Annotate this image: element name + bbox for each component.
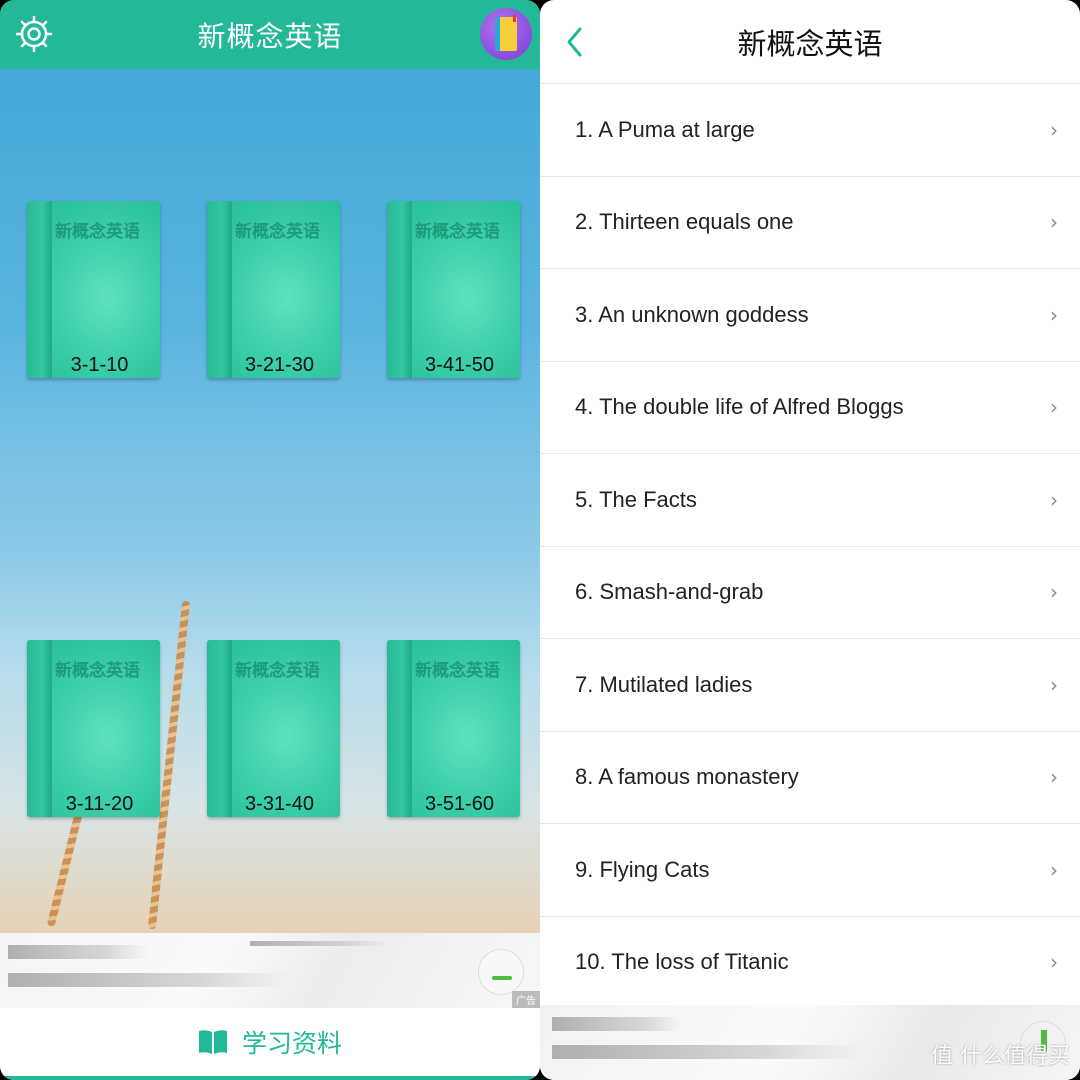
gear-icon[interactable]	[14, 14, 54, 54]
chevron-right-icon: ›	[1050, 950, 1058, 975]
book-avatar-icon	[495, 15, 517, 51]
lesson-title: 5. The Facts	[575, 486, 697, 512]
list-item[interactable]: 5. The Facts ›	[540, 454, 1080, 547]
chevron-right-icon: ›	[1050, 580, 1058, 605]
study-materials-button[interactable]: 学习资料	[0, 1008, 540, 1080]
list-item[interactable]: 4. The double life of Alfred Bloggs ›	[540, 362, 1080, 454]
ad-download-icon[interactable]	[478, 949, 524, 995]
open-book-icon	[198, 1030, 227, 1054]
list-item[interactable]: 7. Mutilated ladies ›	[540, 639, 1080, 732]
book-code: 3-51-60	[425, 793, 494, 815]
book-title: 新概念英语	[55, 222, 140, 242]
book-spine	[27, 640, 52, 817]
book-title: 新概念英语	[55, 661, 140, 681]
lesson-title: 9. Flying Cats	[575, 856, 710, 882]
lesson-title: 2. Thirteen equals one	[575, 209, 794, 235]
chevron-right-icon: ›	[1050, 395, 1058, 420]
chevron-right-icon: ›	[1050, 857, 1058, 882]
book-spine	[207, 640, 232, 817]
ad-banner[interactable]: 值 什么值得买	[540, 1005, 1080, 1080]
book-spine	[207, 201, 232, 378]
chevron-right-icon: ›	[1050, 765, 1058, 790]
list-header: 新概念英语	[540, 0, 1080, 84]
book-card[interactable]: 新概念英语 3-11-20	[27, 640, 160, 817]
ad-text-blurred	[250, 941, 390, 946]
book-spine	[27, 201, 52, 378]
chevron-left-icon[interactable]	[562, 24, 588, 60]
ad-text-blurred	[552, 1017, 682, 1031]
lesson-list-screen: 新概念英语 1. A Puma at large › 2. Thirteen eq…	[540, 0, 1080, 1080]
ad-text-blurred	[552, 1045, 862, 1059]
chevron-right-icon: ›	[1050, 117, 1058, 142]
page-title: 新概念英语	[737, 26, 883, 61]
chevron-right-icon: ›	[1050, 672, 1058, 697]
list-item[interactable]: 10. The loss of Titanic ›	[540, 917, 1080, 1009]
list-item[interactable]: 2. Thirteen equals one ›	[540, 177, 1080, 269]
lesson-title: 4. The double life of Alfred Bloggs	[575, 394, 904, 420]
book-code: 3-41-50	[425, 354, 494, 376]
page-title: 新概念英语	[197, 19, 343, 53]
lesson-title: 1. A Puma at large	[575, 116, 755, 142]
book-code: 3-21-30	[245, 354, 314, 376]
book-code: 3-1-10	[70, 354, 129, 376]
study-materials-label: 学习资料	[241, 1029, 342, 1058]
watermark: 值 什么值得买	[931, 1044, 1070, 1069]
book-title: 新概念英语	[415, 222, 500, 242]
book-card[interactable]: 新概念英语 3-41-50	[387, 201, 520, 378]
book-code: 3-11-20	[65, 793, 134, 815]
list-item[interactable]: 1. A Puma at large ›	[540, 84, 1080, 177]
list-item[interactable]: 9. Flying Cats ›	[540, 824, 1080, 917]
ad-text-blurred	[8, 945, 148, 959]
ad-text-blurred	[8, 973, 288, 987]
book-spine	[387, 640, 412, 817]
book-card[interactable]: 新概念英语 3-1-10	[27, 201, 160, 378]
book-spine	[387, 201, 412, 378]
chevron-right-icon: ›	[1050, 302, 1058, 327]
book-card[interactable]: 新概念英语 3-51-60	[387, 640, 520, 817]
chevron-right-icon: ›	[1050, 487, 1058, 512]
ad-tag: 广告	[512, 991, 540, 1008]
book-title: 新概念英语	[415, 661, 500, 681]
lesson-title: 3. An unknown goddess	[575, 301, 809, 327]
bookshelf-screen: 新概念英语 新概念英语 3-1-10 新概念英语 3-21-30 新概念英语 3…	[0, 0, 540, 1080]
list-item[interactable]: 3. An unknown goddess ›	[540, 269, 1080, 362]
avatar[interactable]	[480, 8, 532, 60]
lesson-title: 6. Smash-and-grab	[575, 579, 764, 605]
list-item[interactable]: 6. Smash-and-grab ›	[540, 547, 1080, 639]
book-title: 新概念英语	[235, 661, 320, 681]
book-title: 新概念英语	[235, 222, 320, 242]
book-code: 3-31-40	[245, 793, 314, 815]
lesson-title: 8. A famous monastery	[575, 764, 799, 790]
chevron-right-icon: ›	[1050, 210, 1058, 235]
book-card[interactable]: 新概念英语 3-21-30	[207, 201, 340, 378]
book-card[interactable]: 新概念英语 3-31-40	[207, 640, 340, 817]
app-header: 新概念英语	[0, 0, 540, 69]
list-item[interactable]: 8. A famous monastery ›	[540, 732, 1080, 824]
lesson-title: 7. Mutilated ladies	[575, 671, 753, 697]
lesson-list: 1. A Puma at large › 2. Thirteen equals o…	[540, 84, 1080, 1009]
lesson-title: 10. The loss of Titanic	[575, 949, 789, 975]
ad-banner[interactable]: 广告	[0, 933, 540, 1008]
